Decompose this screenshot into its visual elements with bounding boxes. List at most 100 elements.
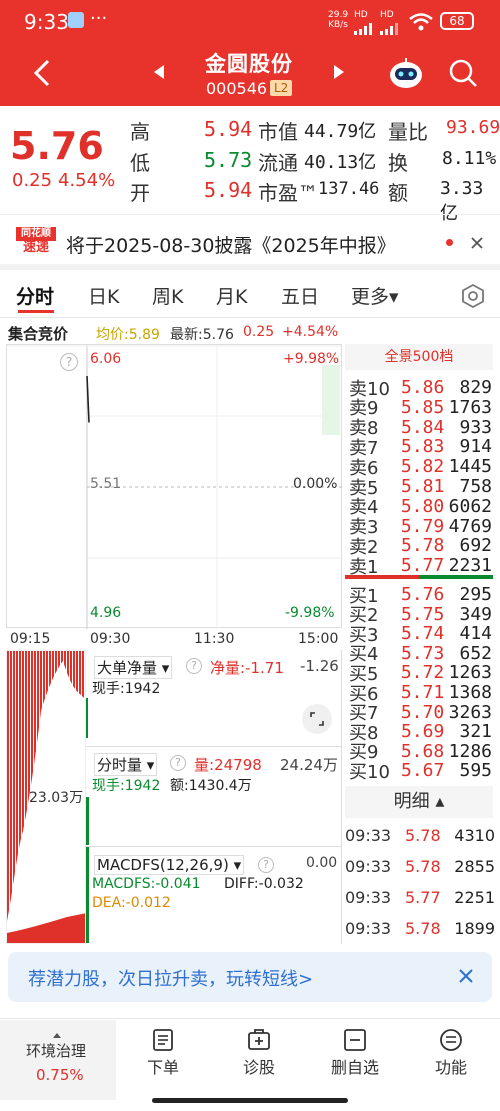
float-cap-label: 流通: [258, 151, 298, 175]
diagnose-icon: [248, 1029, 270, 1050]
quote-summary: 5.76 0.25 4.54% 高 5.94 低 5.73 开 5.94 市值 …: [0, 106, 500, 224]
nav-diagnose[interactable]: 诊股: [219, 1028, 299, 1078]
search-icon[interactable]: [448, 58, 478, 88]
tab-monthly-k[interactable]: 月K: [216, 282, 247, 309]
back-arrow-icon[interactable]: [30, 58, 54, 88]
trade-time: 09:33: [345, 825, 392, 845]
next-stock-icon[interactable]: [332, 64, 346, 80]
price-bottom-label: 4.96: [90, 605, 122, 621]
trade-volume: 4310: [454, 825, 495, 845]
bid-price: 5.67: [401, 760, 445, 782]
home-indicator: [152, 1098, 348, 1103]
turnover-value: 8.11%: [442, 148, 497, 169]
net-speed: 29.9 KB/s: [328, 10, 349, 30]
macd-panel[interactable]: MACDFS(12,26,9) ▾ ? 0.00 MACDFS:-0.041 D…: [86, 846, 342, 944]
help-icon[interactable]: ?: [258, 857, 274, 873]
tab-intraday[interactable]: 分时: [16, 282, 54, 309]
volume-right-value: 24.24万: [280, 756, 338, 774]
price-change-pct: 4.54%: [58, 170, 116, 191]
orderbook-header[interactable]: 全景500档: [345, 344, 493, 370]
net-volume-bar: [86, 698, 88, 738]
trade-time: 09:33: [345, 887, 392, 907]
current-price: 5.76: [10, 124, 104, 168]
time-label-1130: 11:30: [194, 631, 235, 647]
turnover-label: 换: [388, 151, 408, 175]
minute-volume-panel[interactable]: 分时量 ▾ ? 量:24798 24.24万 现手:1942 额:1430.4万: [86, 746, 342, 846]
trade-volume: 2251: [454, 887, 495, 907]
close-icon[interactable]: [458, 968, 474, 984]
float-cap-value: 40.13亿: [304, 152, 377, 173]
help-icon[interactable]: ?: [170, 755, 186, 771]
macd-bar: [86, 847, 89, 943]
intraday-price-chart[interactable]: 6.06 5.51 4.96 +9.98% 0.00% -9.98% ?: [6, 344, 343, 629]
promo-banner[interactable]: 荐潜力股，次日拉升卖，玩转短线>: [8, 952, 492, 1002]
auction-label: 集合竞价: [8, 325, 69, 343]
volume-amount: 额:1430.4万: [170, 778, 252, 794]
close-icon[interactable]: [470, 235, 484, 249]
ask-volume: 2231: [448, 555, 492, 577]
chart-settings-icon[interactable]: [461, 283, 485, 309]
sector-name: 环境治理: [26, 1042, 87, 1060]
big-order-selector[interactable]: 大单净量 ▾: [94, 656, 173, 679]
wifi-icon: [408, 12, 434, 32]
pe-value: 137.46: [318, 179, 380, 199]
trades-header[interactable]: 明细 ▴: [345, 786, 493, 818]
bid-row[interactable]: 买10 5.67 595: [349, 759, 492, 783]
volume-selector[interactable]: 分时量 ▾: [94, 753, 158, 776]
promo-text: 荐潜力股，次日拉升卖，玩转短线>: [28, 969, 314, 990]
tab-weekly-k[interactable]: 周K: [152, 282, 183, 309]
pe-label: 市盈™: [258, 181, 318, 205]
prev-stock-icon[interactable]: [152, 64, 166, 80]
latest-price-label: 最新:5.76: [170, 327, 234, 343]
fullscreen-icon[interactable]: [302, 704, 332, 734]
open-value: 5.94: [204, 178, 253, 202]
amount-label: 额: [388, 181, 408, 205]
stock-name: 金圆股份: [205, 52, 293, 76]
stock-header: 金圆股份 000546 L2: [0, 42, 500, 106]
market-cap-label: 市值: [258, 120, 298, 144]
hd-badge-2: HD: [380, 10, 394, 20]
status-time: 9:33: [24, 10, 69, 34]
minute-volume-bar: [86, 797, 89, 845]
tab-more[interactable]: 更多▾: [351, 282, 399, 309]
announcement-banner[interactable]: 同花顺 速递 将于2025-08-30披露《2025年中报》: [0, 214, 500, 270]
current-hand: 现手:1942: [92, 681, 161, 697]
nav-functions[interactable]: 功能: [411, 1028, 491, 1078]
high-value: 5.94: [204, 117, 253, 141]
big-order-panel[interactable]: 大单净量 ▾ ? 净量:-1.71 -1.26 现手:1942: [86, 650, 342, 746]
ask-price: 5.77: [400, 555, 445, 577]
macd-selector[interactable]: MACDFS(12,26,9) ▾: [94, 855, 245, 875]
price-mid-label: 5.51: [90, 476, 122, 492]
latest-change: 0.25: [243, 324, 275, 340]
volume-value-label: 量:24798: [194, 756, 262, 774]
ask-row[interactable]: 卖1 5.77 2231: [349, 554, 492, 578]
help-icon[interactable]: ?: [186, 658, 202, 674]
tab-five-day[interactable]: 五日: [281, 282, 319, 309]
trade-time: 09:33: [345, 918, 392, 938]
volume-current-hand: 现手:1942: [92, 778, 161, 794]
price-change: 0.25: [12, 170, 53, 191]
macd-diff: DIFF:-0.032: [224, 876, 304, 892]
trade-row: 09:33 5.77 2251: [345, 882, 495, 912]
status-bar: 9:33 ··· 29.9 KB/s HD HD 68: [0, 0, 500, 42]
trade-volume: 1899: [454, 918, 495, 938]
bid-ask-ratio-bar: [345, 575, 493, 579]
latest-change-pct: +4.54%: [282, 324, 339, 340]
net-volume-label: 净量:-1.71: [210, 659, 284, 677]
nav-order[interactable]: 下单: [123, 1028, 203, 1078]
tab-daily-k[interactable]: 日K: [88, 282, 119, 309]
help-icon[interactable]: ?: [60, 353, 78, 371]
market-cap-value: 44.79亿: [304, 121, 377, 142]
trade-volume: 2855: [454, 856, 495, 876]
level2-badge: L2: [270, 80, 293, 96]
trade-price: 5.77: [405, 887, 441, 907]
status-dots: ···: [90, 8, 108, 29]
nav-remove-watchlist[interactable]: 删自选: [315, 1028, 395, 1078]
sector-tile[interactable]: 环境治理 0.75%: [0, 1020, 116, 1100]
robot-assistant-icon[interactable]: [388, 56, 424, 90]
trade-price: 5.78: [405, 918, 441, 938]
tab-active-indicator: [18, 310, 54, 313]
macd-value: MACDFS:-0.041: [92, 876, 201, 892]
hd-badge-1: HD: [354, 10, 368, 20]
trade-time: 09:33: [345, 856, 392, 876]
